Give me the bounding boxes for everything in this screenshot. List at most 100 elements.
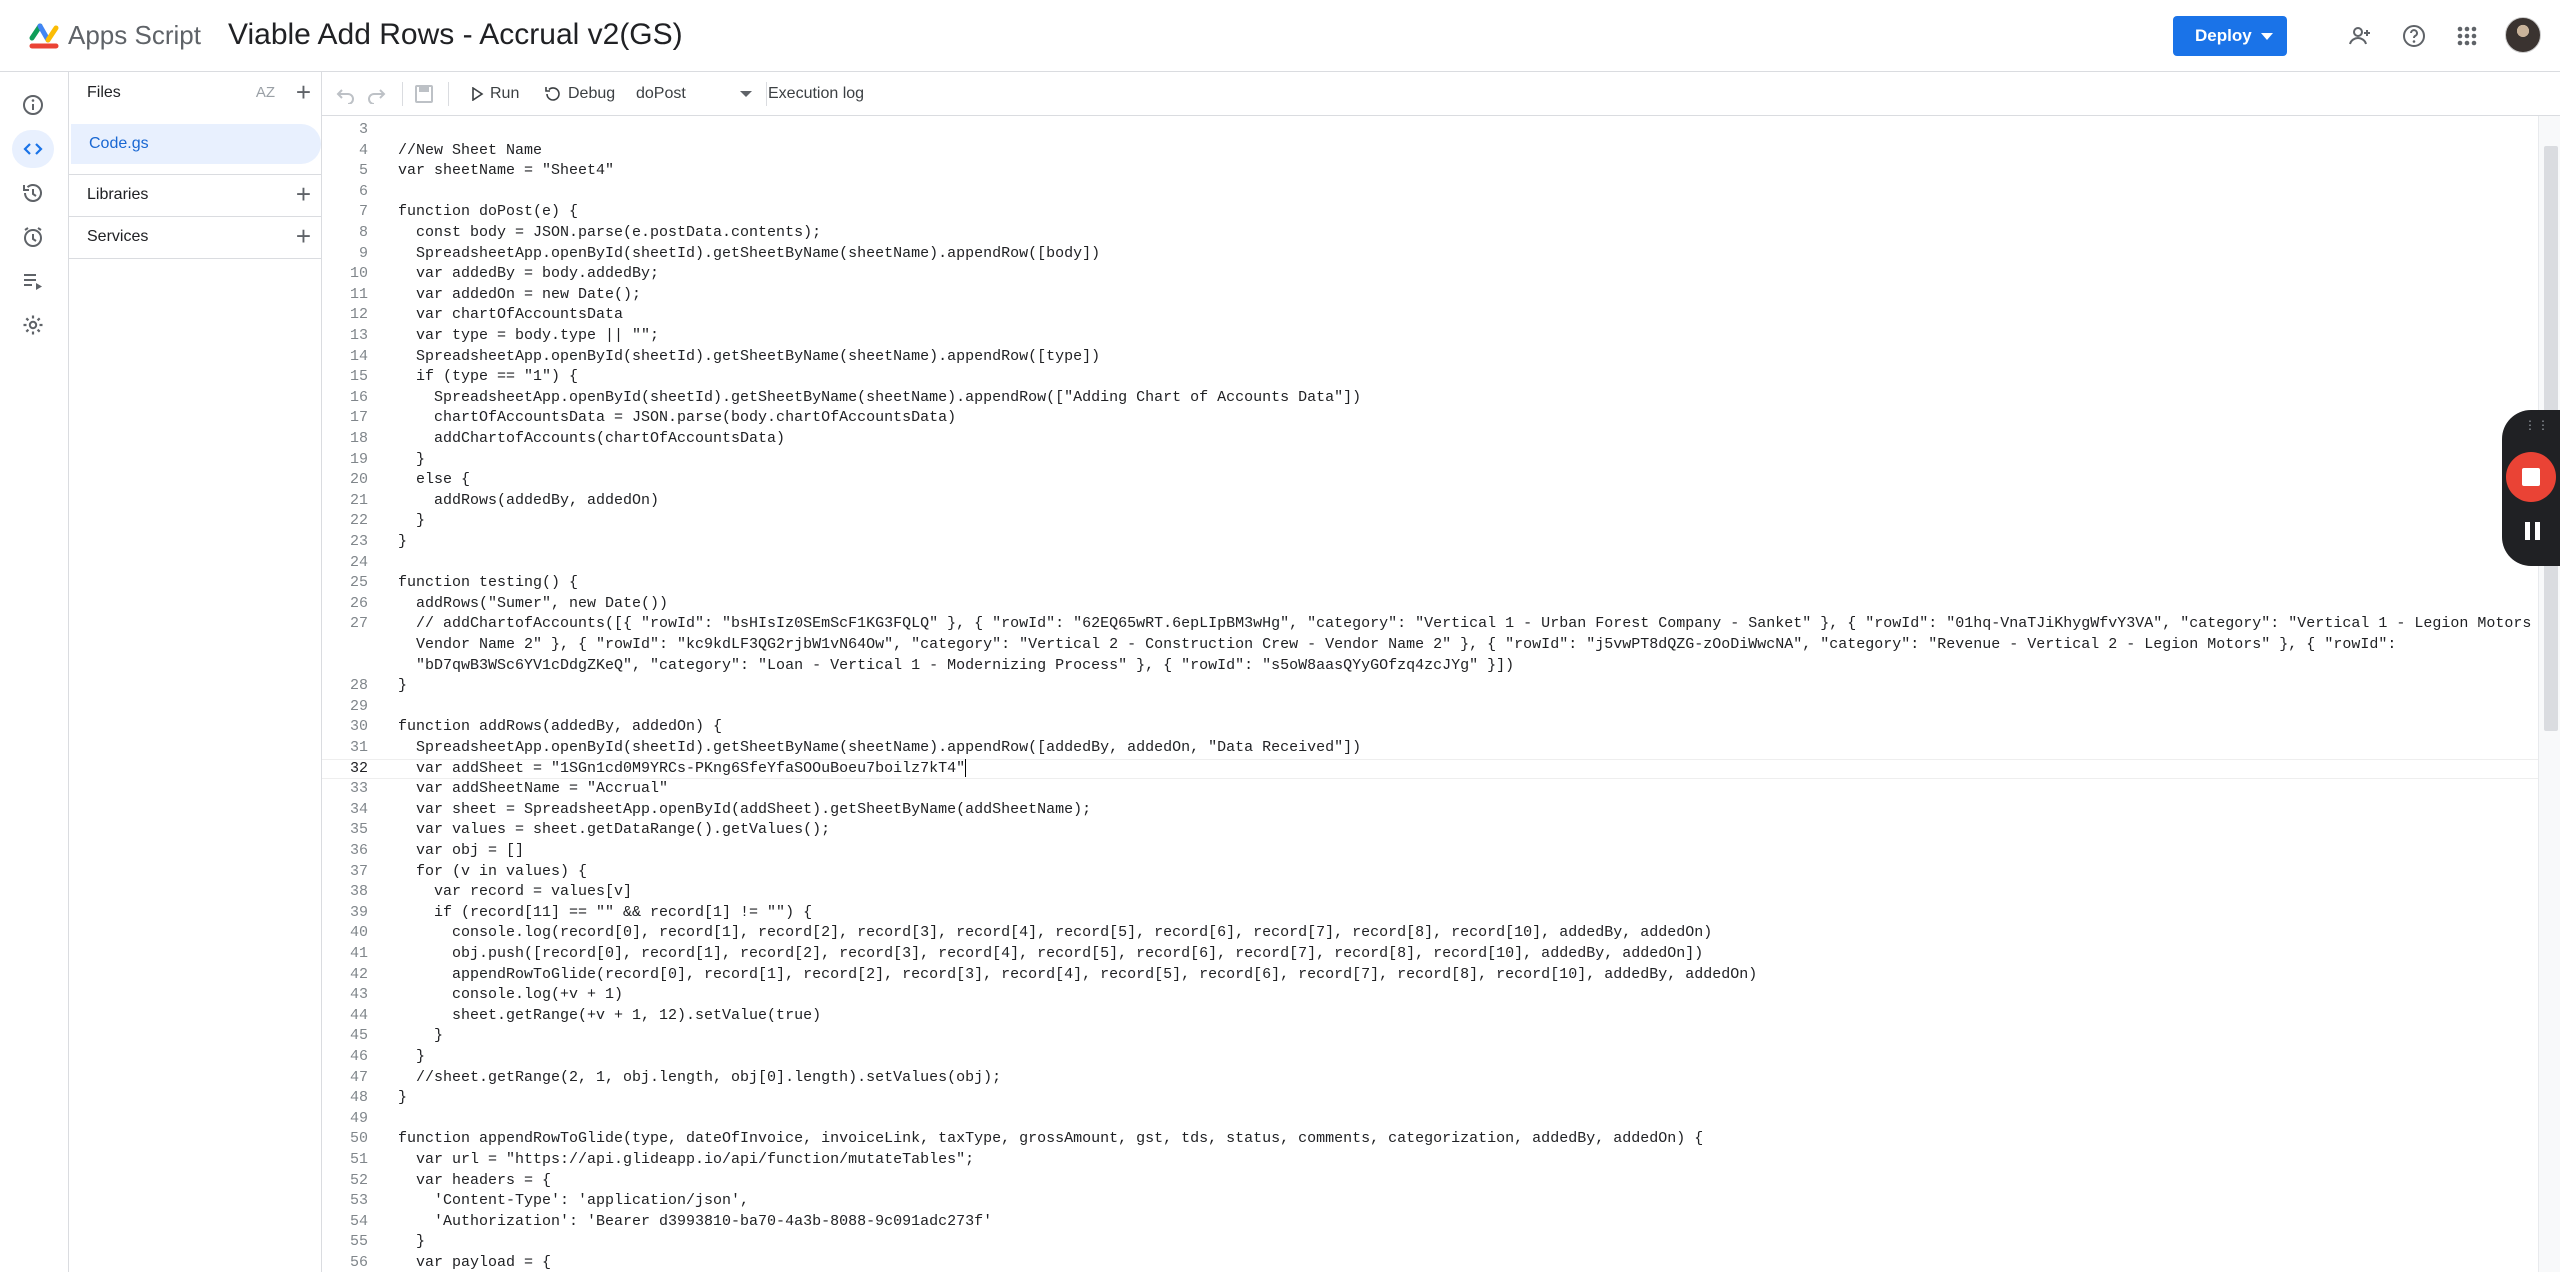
code-text: 'Authorization': 'Bearer d3993810-ba70-4… — [398, 1212, 993, 1230]
avatar[interactable] — [2505, 17, 2541, 53]
undo-icon[interactable] — [336, 72, 356, 116]
line-number: 18 — [349, 430, 368, 447]
code-editor[interactable]: 3 4//New Sheet Name 5 var sheetName = "Shee… — [322, 116, 2538, 1272]
run-button[interactable]: Run — [470, 72, 519, 116]
pause-icon[interactable] — [2522, 522, 2542, 542]
line-number: 22 — [349, 512, 368, 530]
code-text: chartOfAccountsData = JSON.parse(body.ch… — [398, 409, 957, 427]
line-number: 45 — [349, 1027, 368, 1045]
project-title[interactable]: Viable Add Rows - Accrual v2(GS) — [228, 18, 683, 52]
debug-icon — [545, 87, 560, 101]
line-number: 31 — [349, 739, 368, 756]
line-number: 11 — [349, 285, 368, 303]
code-text: if (type == "1") { — [398, 368, 579, 386]
settings-gear-icon[interactable] — [12, 306, 54, 344]
libraries-header[interactable]: Libraries + — [69, 174, 323, 216]
code-text: if (record[11] == "" && record[1] != "")… — [398, 903, 813, 921]
overview-info-icon[interactable] — [12, 86, 54, 124]
line-number: 42 — [349, 965, 368, 983]
code-text: function appendRowToGlide(type, dateOfIn… — [398, 1130, 1704, 1148]
line-number: 34 — [349, 800, 368, 818]
line-number: 41 — [349, 945, 368, 962]
line-number: 48 — [349, 1089, 368, 1107]
line-number: 13 — [349, 327, 368, 344]
code-text: var record = values[v] — [398, 883, 633, 901]
code-text: obj.push([record[0], record[1], record[2… — [398, 945, 1704, 962]
line-number: 33 — [349, 780, 368, 798]
left-rail — [0, 72, 68, 1272]
code-text: } — [398, 1027, 444, 1045]
code-text: var type = body.type || ""; — [398, 327, 660, 344]
line-number: 40 — [349, 924, 368, 942]
debug-button[interactable]: Debug — [544, 72, 615, 116]
code-text: function testing() { — [398, 574, 579, 592]
line-number: 27 — [349, 615, 368, 633]
stop-icon — [2522, 468, 2540, 486]
line-number: 43 — [349, 986, 368, 1004]
deploy-button[interactable]: Deploy — [2173, 16, 2287, 56]
code-text: SpreadsheetApp.openById(sheetId).getShee… — [398, 739, 1362, 756]
execution-log-label: Execution log — [768, 85, 865, 102]
run-label: Run — [490, 85, 520, 102]
code-text: addRows(addedBy, addedOn) — [398, 491, 660, 509]
add-library-icon[interactable]: + — [296, 181, 311, 207]
line-number: 15 — [349, 368, 368, 386]
save-icon[interactable] — [414, 72, 434, 116]
text-cursor — [965, 758, 967, 777]
add-service-icon[interactable]: + — [296, 223, 311, 249]
code-text: var url = "https://api.glideapp.io/api/f… — [398, 1151, 975, 1168]
share-person-add-icon[interactable] — [2345, 20, 2377, 52]
line-number: 37 — [349, 862, 368, 880]
code-text: var payload = { — [398, 1254, 552, 1271]
files-label: Files — [87, 84, 121, 101]
file-item-code-gs[interactable]: Code.gs — [71, 124, 321, 164]
triggers-alarm-icon[interactable] — [12, 218, 54, 256]
apps-grid-icon[interactable] — [2451, 20, 2483, 52]
line-number: 20 — [349, 471, 368, 489]
history-icon[interactable] — [12, 174, 54, 212]
code-text: var addedBy = body.addedBy; — [398, 265, 660, 283]
line-number: 9 — [358, 244, 368, 262]
toolbar-divider — [766, 82, 767, 106]
code-text: sheet.getRange(+v + 1, 12).setValue(true… — [398, 1006, 822, 1024]
code-text: SpreadsheetApp.openById(sheetId).getShee… — [398, 388, 1362, 406]
stop-recording-button[interactable] — [2506, 452, 2556, 502]
line-number: 55 — [349, 1233, 368, 1251]
execution-log-button[interactable]: Execution log — [768, 72, 864, 116]
line-number: 28 — [349, 677, 368, 695]
apps-script-logo-icon[interactable] — [26, 18, 62, 54]
line-number: 16 — [349, 388, 368, 406]
add-file-icon[interactable]: + — [296, 79, 311, 105]
app-brand[interactable]: Apps Script — [68, 20, 201, 51]
code-text: } — [398, 1233, 426, 1251]
line-number: 3 — [358, 121, 368, 138]
line-number: 51 — [349, 1151, 368, 1168]
line-number: 54 — [349, 1212, 368, 1230]
code-text: var sheet = SpreadsheetApp.openById(addS… — [398, 800, 1092, 818]
code-text: console.log(record[0], record[1], record… — [398, 924, 1713, 942]
code-text: var obj = [] — [398, 842, 525, 859]
function-select[interactable]: doPost — [636, 72, 758, 116]
services-header[interactable]: Services + — [69, 216, 323, 258]
editor-toolbar: Run Debug doPost Execution log — [322, 72, 2560, 116]
top-bar: Apps Script Viable Add Rows - Accrual v2… — [0, 0, 2560, 72]
code-text: Vendor Name 2" }, { "rowId": "kc9kdLF3QG… — [398, 636, 2397, 653]
debug-label: Debug — [568, 85, 616, 102]
play-icon — [472, 87, 484, 101]
code-text: function doPost(e) { — [398, 203, 579, 221]
code-text: 'Content-Type': 'application/json', — [398, 1192, 750, 1210]
code-text: var sheetName = "Sheet4" — [398, 162, 615, 180]
line-number: 50 — [349, 1130, 368, 1148]
redo-icon[interactable] — [366, 72, 386, 116]
help-icon[interactable] — [2398, 20, 2430, 52]
chevron-down-icon — [2261, 33, 2273, 40]
drag-handle-icon[interactable]: ⋮⋮ — [2524, 418, 2550, 432]
code-text: // addChartofAccounts([{ "rowId": "bsHIs… — [398, 615, 2538, 633]
editor-code-icon[interactable] — [12, 130, 54, 168]
toolbar-divider — [402, 82, 403, 106]
sort-az-icon[interactable]: AZ — [256, 84, 275, 101]
code-text: SpreadsheetApp.openById(sheetId).getShee… — [398, 244, 1101, 262]
line-number: 49 — [349, 1109, 368, 1127]
code-text: "bD7qwB3WSc6YV1cDdgZKeQ", "category": "L… — [398, 656, 1515, 674]
executions-list-icon[interactable] — [12, 262, 54, 300]
